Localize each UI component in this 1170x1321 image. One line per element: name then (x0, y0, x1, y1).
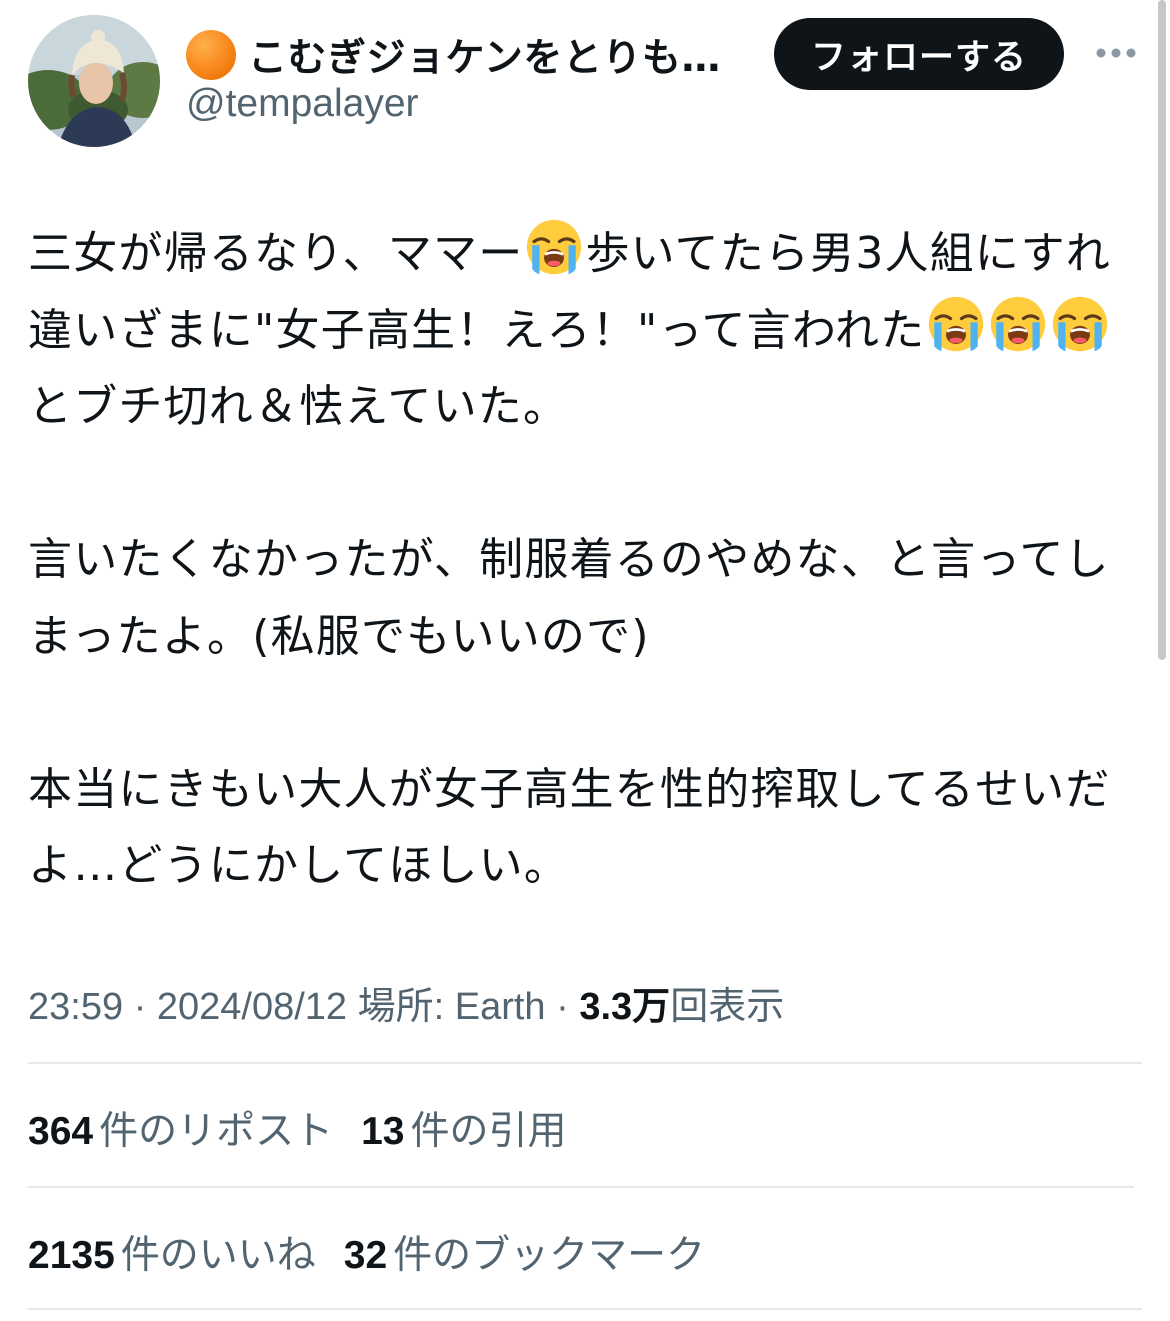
divider (28, 1062, 1142, 1064)
likes-count: 2135 (28, 1234, 115, 1277)
likes-link[interactable]: 2135 件のいいね (28, 1234, 316, 1277)
loudly-crying-face-icon (1053, 296, 1108, 351)
bookmarks-label: 件のブックマーク (393, 1234, 706, 1277)
avatar[interactable] (28, 15, 160, 147)
views-count: 3.3万 (579, 986, 671, 1028)
stats-row-likes: 2135 件のいいね 32 件のブックマーク (28, 1224, 733, 1280)
tweet-text: 三女が帰るなり、ママー 歩いてたら男3人組にすれ違いざまに"女子高生！えろ！"っ… (28, 216, 1138, 905)
quotes-label: 件の引用 (410, 1110, 567, 1153)
divider (28, 1308, 1142, 1310)
display-name[interactable]: こむぎジョケンをとりも… (248, 27, 721, 83)
tweet-paragraph-1: 三女が帰るなり、ママー 歩いてたら男3人組にすれ違いざまに"女子高生！えろ！"っ… (28, 216, 1138, 446)
orange-circle-icon (186, 30, 236, 80)
tweet-text-segment: とブチ切れ＆怯えていた。 (28, 381, 569, 432)
more-horizontal-icon[interactable] (1094, 42, 1138, 64)
tweet-time[interactable]: 23:59 (28, 986, 123, 1028)
bookmarks-count: 32 (343, 1234, 388, 1277)
reposts-link[interactable]: 364 件のリポスト (28, 1110, 333, 1153)
views-label: 回表示 (670, 986, 785, 1028)
tweet-text-segment: 三女が帰るなり、ママー (28, 228, 524, 279)
divider (28, 1186, 1134, 1188)
scrollbar[interactable] (1158, 0, 1166, 660)
loudly-crying-face-icon (991, 296, 1046, 351)
display-name-row[interactable]: こむぎジョケンをとりも… (186, 24, 766, 86)
tweet-paragraph-2: 言いたくなかったが、制服着るのやめな、と言ってしまったよ。(私服でもいいので) (28, 534, 1110, 662)
tweet-meta: 23:59 · 2024/08/12 場所: Earth · 3.3万回表示 (28, 975, 784, 1030)
bookmarks-link[interactable]: 32 件のブックマーク (344, 1234, 705, 1277)
stats-row-reposts: 364 件のリポスト 13 件の引用 (28, 1100, 595, 1156)
tweet-date[interactable]: 2024/08/12 (157, 986, 347, 1028)
user-handle[interactable]: @tempalayer (186, 82, 419, 126)
quotes-count: 13 (361, 1110, 405, 1153)
reposts-label: 件のリポスト (99, 1110, 334, 1153)
loudly-crying-face-icon (929, 296, 984, 351)
meta-separator: · (545, 986, 580, 1028)
follow-button[interactable]: フォローする (774, 18, 1064, 90)
avatar-photo (28, 15, 160, 147)
tweet-location: 場所: Earth (357, 986, 546, 1028)
likes-label: 件のいいね (120, 1234, 316, 1277)
reposts-count: 364 (28, 1110, 94, 1153)
tweet-paragraph-3: 本当にきもい大人が女子高生を性的搾取してるせいだよ…どうにかしてほしい。 (28, 763, 1111, 892)
quotes-link[interactable]: 13 件の引用 (361, 1110, 566, 1153)
loudly-crying-face-icon (527, 219, 582, 275)
meta-separator: · (123, 986, 157, 1028)
